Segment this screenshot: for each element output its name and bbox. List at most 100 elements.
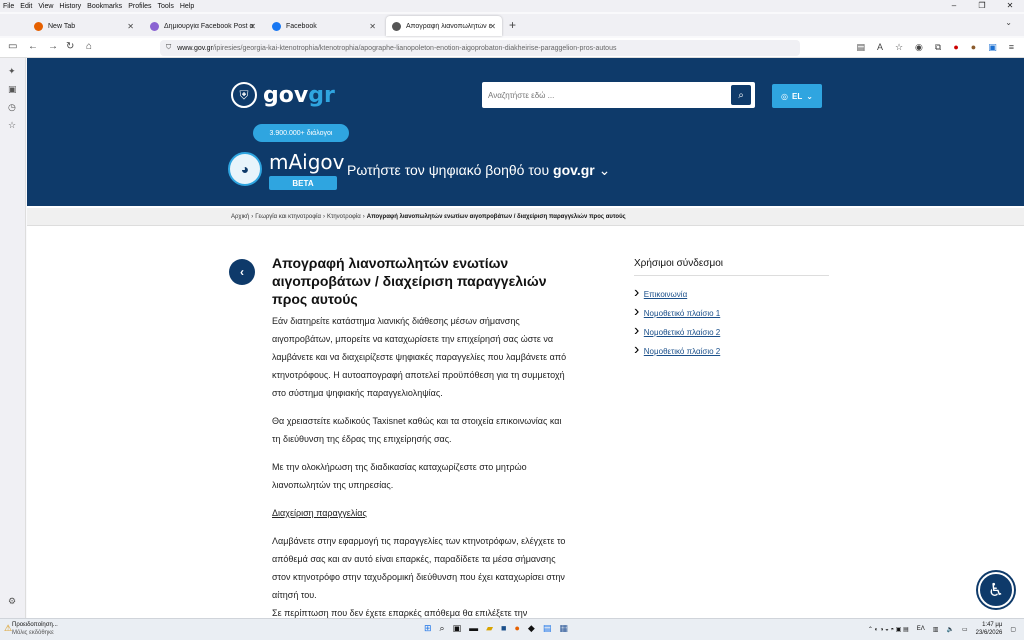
govgr-logo[interactable]: ⛨ gov gr (231, 82, 335, 108)
network-icon[interactable]: ▥ (933, 626, 939, 633)
outlook-icon[interactable]: ▤ (543, 623, 552, 634)
addon-icon[interactable]: ▣ (988, 42, 997, 53)
list-tabs-chevron-icon[interactable]: ⌄ (1005, 18, 1012, 27)
word-icon[interactable]: ▦ (559, 623, 568, 634)
bookmarks-star-icon[interactable]: ☆ (8, 120, 16, 131)
tab-gov-gr[interactable]: Απογραφή λιανοπωλητών εν ✕ (386, 16, 502, 36)
translate-icon[interactable]: A (877, 42, 883, 53)
article-body: Εάν διατηρείτε κατάστημα λιανικής διάθεσ… (272, 312, 572, 618)
tab-bar: New Tab ✕ Δημιουργία Facebook Post απ ✕ … (0, 14, 1024, 36)
link-contact[interactable]: Επικοινωνία (644, 290, 687, 299)
chevron-left-icon: ‹ (240, 265, 244, 279)
paragraph: Με την ολοκλήρωση της διαδικασίας καταχω… (272, 462, 527, 490)
tray-icons[interactable]: ⌃ ◐ ◑ ◒ ◓ ▣ ▤ (868, 626, 909, 633)
ask-assistant-link[interactable]: Ρωτήστε τον ψηφιακό βοηθό του gov.gr ⌄ (347, 162, 610, 179)
settings-gear-icon[interactable]: ⚙ (8, 596, 16, 607)
app-icon[interactable]: ■ (501, 623, 506, 634)
globe-icon: ◎ (781, 91, 789, 101)
url-path: /ipiresies/georgia-kai-ktenotrophia/kten… (212, 44, 617, 52)
tab-new-tab[interactable]: New Tab ✕ (28, 16, 140, 36)
clock[interactable]: 1:47 μμ 23/6/2026 (976, 621, 1003, 637)
paragraph: Λαμβάνετε στην εφαρμογή τις παραγγελίες … (272, 536, 566, 600)
file-explorer-icon[interactable]: ▰ (486, 623, 493, 634)
warning-icon: ⚠ (4, 623, 13, 633)
ai-app-icon[interactable]: ◆ (528, 623, 535, 634)
search-icon[interactable]: ⌕ (731, 85, 751, 105)
tab-label: New Tab (48, 22, 76, 30)
web-page: ⛨ govgr ⌕ ◎ EL ⌄ 3.900.000+ διάλογοι ◕ m… (27, 58, 1024, 618)
back-arrow-icon[interactable]: ← (28, 41, 38, 52)
useful-links-panel: Χρήσιμοι σύνδεσμοι › Επικοινωνία › Νομοθ… (634, 258, 829, 360)
new-tab-plus-icon[interactable]: + (509, 18, 516, 32)
menu-history[interactable]: History (59, 3, 81, 10)
search-icon[interactable]: ⌕ (440, 623, 445, 634)
navigation-bar: ▭ ← → ↻ ⌂ ⛉ www.gov.gr/ipiresies/georgia… (0, 38, 1024, 58)
paragraph: Θα χρειαστείτε κωδικούς Taxisnet καθώς κ… (272, 416, 562, 444)
menu-bookmarks[interactable]: Bookmarks (87, 3, 122, 10)
battery-icon[interactable]: ▭ (962, 626, 968, 633)
volume-icon[interactable]: 🔈 (946, 626, 953, 633)
task-view-icon[interactable]: ▣ (453, 623, 462, 634)
tabs-icon[interactable]: ▣ (8, 84, 17, 95)
addon-icon[interactable]: ● (971, 42, 976, 53)
language-selector[interactable]: ◎ EL ⌄ (772, 84, 822, 108)
close-tab-icon[interactable]: ✕ (127, 22, 134, 31)
link-item: › Νομοθετικό πλαίσιο 2 (634, 322, 721, 339)
link-legal-framework-2b[interactable]: Νομοθετικό πλαίσιο 2 (644, 347, 720, 356)
menu-tools[interactable]: Tools (158, 3, 174, 10)
breadcrumb-home[interactable]: Αρχική (231, 214, 249, 220)
menu-profiles[interactable]: Profiles (128, 3, 151, 10)
menu-file[interactable]: File (3, 3, 14, 10)
beta-badge: BETA (269, 176, 337, 190)
link-item: › Νομοθετικό πλαίσιο 2 (634, 341, 721, 358)
maximize-button[interactable]: ❐ (968, 0, 996, 12)
history-icon[interactable]: ◷ (8, 102, 16, 113)
robot-assistant-icon[interactable]: ◕ (228, 152, 262, 186)
firefox-icon[interactable]: ● (514, 623, 519, 634)
notifications-icon[interactable]: ▢ (1010, 626, 1016, 633)
ask-bold: gov.gr (553, 162, 595, 178)
bookmark-star-icon[interactable]: ☆ (895, 42, 903, 53)
search-input[interactable] (482, 82, 722, 108)
sidebar-toggle-icon[interactable]: ▭ (8, 41, 17, 52)
url-bar[interactable]: ⛉ www.gov.gr/ipiresies/georgia-kai-kteno… (160, 40, 800, 56)
menu-view[interactable]: View (38, 3, 53, 10)
menu-help[interactable]: Help (180, 3, 194, 10)
paragraph: Σε περίπτωση που δεν έχετε επαρκές απόθε… (272, 608, 528, 618)
maigov-title[interactable]: mAigov (269, 150, 345, 174)
extension-icon[interactable]: ⧉ (935, 42, 941, 53)
terminal-icon[interactable]: ▬ (469, 623, 478, 634)
greek-emblem-icon: ⛨ (231, 82, 257, 108)
ai-sparkle-icon[interactable]: ✦ (8, 66, 16, 77)
home-icon[interactable]: ⌂ (86, 41, 92, 52)
ask-text: Ρωτήστε τον ψηφιακό βοηθό του (347, 162, 550, 178)
language-indicator[interactable]: ΕΛ (917, 626, 925, 632)
addon-icon[interactable]: ● (953, 42, 958, 53)
close-tab-icon[interactable]: ✕ (369, 22, 376, 31)
minimize-button[interactable]: – (940, 0, 968, 12)
link-legal-framework-1[interactable]: Νομοθετικό πλαίσιο 1 (644, 309, 720, 318)
breadcrumb-livestock[interactable]: Κτηνοτροφία (327, 214, 361, 220)
toolbar-icons: ▤ A ☆ ◉ ⧉ ● ● ▣ ≡ (856, 42, 1014, 53)
back-button[interactable]: ‹ (229, 259, 255, 285)
tab-facebook-post[interactable]: Δημιουργία Facebook Post απ ✕ (144, 16, 262, 36)
link-item: › Νομοθετικό πλαίσιο 1 (634, 303, 721, 320)
breadcrumb-agriculture[interactable]: Γεωργία και κτηνοτροφία (255, 214, 321, 220)
link-legal-framework-2[interactable]: Νομοθετικό πλαίσιο 2 (644, 328, 720, 337)
close-tab-icon[interactable]: ✕ (489, 22, 496, 31)
close-window-button[interactable]: ✕ (996, 0, 1024, 12)
chevron-down-icon: ⌄ (806, 91, 813, 101)
menu-hamburger-icon[interactable]: ≡ (1009, 42, 1014, 53)
tab-facebook[interactable]: Facebook ✕ (266, 16, 382, 36)
site-search: ⌕ (482, 82, 755, 108)
windows-start-icon[interactable]: ⊞ (424, 623, 432, 634)
close-tab-icon[interactable]: ✕ (249, 22, 256, 31)
reader-view-icon[interactable]: ▤ (856, 42, 865, 53)
reload-icon[interactable]: ↻ (66, 41, 74, 52)
forward-arrow-icon[interactable]: → (48, 41, 58, 52)
notification[interactable]: Προειδοποίηση... Μόλις εκδόθηκε (12, 621, 58, 637)
accessibility-icon[interactable]: ♿ (978, 572, 1014, 608)
facebook-icon (272, 21, 281, 31)
account-icon[interactable]: ◉ (915, 42, 923, 53)
menu-edit[interactable]: Edit (20, 3, 32, 10)
